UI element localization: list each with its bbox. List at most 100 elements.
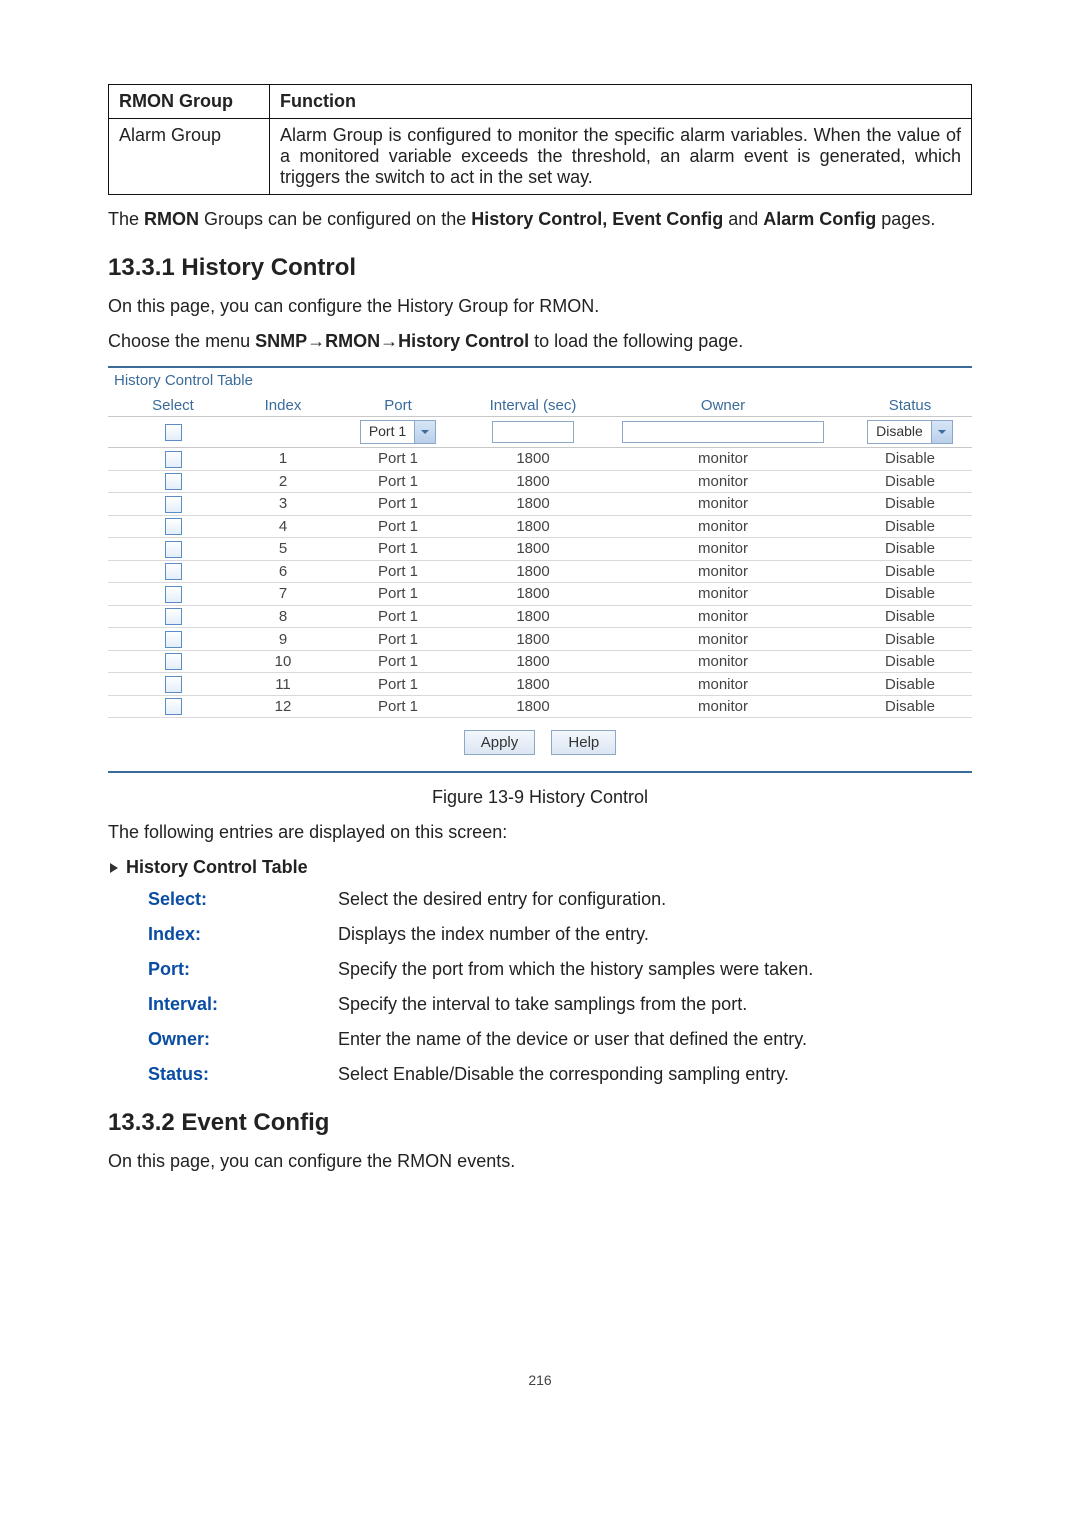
cell-interval: 1800 <box>468 450 598 467</box>
cell-status: Disable <box>848 540 972 557</box>
entries-heading: History Control Table <box>108 857 972 879</box>
cell-index: 1 <box>238 450 328 467</box>
field-label: Port: <box>148 959 338 980</box>
field-description: Displays the index number of the entry. <box>338 924 649 945</box>
owner-input[interactable] <box>622 421 824 443</box>
table-row: 9Port 11800monitorDisable <box>108 628 972 651</box>
paragraph-rmon-pages: The RMON Groups can be configured on the… <box>108 209 972 230</box>
table-row: 12Port 11800monitorDisable <box>108 696 972 719</box>
cell-port: Port 1 <box>328 563 468 580</box>
row-checkbox[interactable] <box>165 473 182 490</box>
field-definition: Status:Select Enable/Disable the corresp… <box>148 1064 972 1085</box>
table-filter-row: Port 1 Disable <box>108 417 972 448</box>
section-heading-history-control: 13.3.1 History Control <box>108 254 972 282</box>
table-row: 7Port 11800monitorDisable <box>108 583 972 606</box>
cell-port: Port 1 <box>328 518 468 535</box>
cell-port: Port 1 <box>328 540 468 557</box>
interval-input[interactable] <box>492 421 574 443</box>
cell-index: 5 <box>238 540 328 557</box>
history-control-panel: History Control Table Select Index Port … <box>108 366 972 773</box>
paragraph-entries-intro: The following entries are displayed on t… <box>108 822 972 843</box>
field-definition: Index:Displays the index number of the e… <box>148 924 972 945</box>
table-row: 5Port 11800monitorDisable <box>108 538 972 561</box>
cell-owner: monitor <box>598 698 848 715</box>
cell-index: 6 <box>238 563 328 580</box>
cell-status: Disable <box>848 608 972 625</box>
cell-owner: monitor <box>598 608 848 625</box>
port-select[interactable]: Port 1 <box>360 420 436 444</box>
cell-status: Disable <box>848 698 972 715</box>
cell-interval: 1800 <box>468 473 598 490</box>
cell-interval: 1800 <box>468 608 598 625</box>
info-header-group: RMON Group <box>109 85 270 119</box>
cell-owner: monitor <box>598 450 848 467</box>
row-checkbox[interactable] <box>165 518 182 535</box>
section-heading-event-config: 13.3.2 Event Config <box>108 1109 972 1137</box>
chevron-down-icon <box>931 421 952 443</box>
field-label: Interval: <box>148 994 338 1015</box>
row-checkbox[interactable] <box>165 631 182 648</box>
info-row-group: Alarm Group <box>109 119 270 195</box>
cell-owner: monitor <box>598 563 848 580</box>
field-description: Select the desired entry for configurati… <box>338 889 666 910</box>
cell-index: 4 <box>238 518 328 535</box>
col-header-status: Status <box>848 397 972 414</box>
info-header-function: Function <box>270 85 972 119</box>
cell-interval: 1800 <box>468 518 598 535</box>
cell-port: Port 1 <box>328 473 468 490</box>
cell-status: Disable <box>848 518 972 535</box>
help-button[interactable]: Help <box>551 730 616 755</box>
cell-index: 2 <box>238 473 328 490</box>
row-checkbox[interactable] <box>165 541 182 558</box>
col-header-interval: Interval (sec) <box>468 397 598 414</box>
cell-index: 11 <box>238 676 328 693</box>
cell-owner: monitor <box>598 518 848 535</box>
cell-status: Disable <box>848 563 972 580</box>
row-checkbox[interactable] <box>165 608 182 625</box>
row-checkbox[interactable] <box>165 586 182 603</box>
cell-status: Disable <box>848 676 972 693</box>
col-header-owner: Owner <box>598 397 848 414</box>
apply-button[interactable]: Apply <box>464 730 536 755</box>
field-description: Specify the interval to take samplings f… <box>338 994 747 1015</box>
cell-status: Disable <box>848 473 972 490</box>
cell-status: Disable <box>848 450 972 467</box>
table-header-row: Select Index Port Interval (sec) Owner S… <box>108 395 972 417</box>
field-label: Status: <box>148 1064 338 1085</box>
row-checkbox[interactable] <box>165 451 182 468</box>
select-all-checkbox[interactable] <box>165 424 182 441</box>
cell-status: Disable <box>848 631 972 648</box>
row-checkbox[interactable] <box>165 563 182 580</box>
cell-interval: 1800 <box>468 653 598 670</box>
table-row: 4Port 11800monitorDisable <box>108 516 972 539</box>
cell-status: Disable <box>848 653 972 670</box>
cell-interval: 1800 <box>468 495 598 512</box>
cell-index: 7 <box>238 585 328 602</box>
field-description: Specify the port from which the history … <box>338 959 813 980</box>
table-row: 8Port 11800monitorDisable <box>108 606 972 629</box>
field-description: Enter the name of the device or user tha… <box>338 1029 807 1050</box>
table-row: 10Port 11800monitorDisable <box>108 651 972 674</box>
row-checkbox[interactable] <box>165 698 182 715</box>
cell-owner: monitor <box>598 473 848 490</box>
row-checkbox[interactable] <box>165 653 182 670</box>
cell-port: Port 1 <box>328 450 468 467</box>
cell-owner: monitor <box>598 585 848 602</box>
cell-index: 10 <box>238 653 328 670</box>
cell-port: Port 1 <box>328 676 468 693</box>
row-checkbox[interactable] <box>165 676 182 693</box>
cell-interval: 1800 <box>468 585 598 602</box>
col-header-port: Port <box>328 397 468 414</box>
row-checkbox[interactable] <box>165 496 182 513</box>
cell-interval: 1800 <box>468 676 598 693</box>
table-row: 3Port 11800monitorDisable <box>108 493 972 516</box>
info-row-desc: Alarm Group is configured to monitor the… <box>270 119 972 195</box>
cell-index: 8 <box>238 608 328 625</box>
cell-interval: 1800 <box>468 631 598 648</box>
cell-port: Port 1 <box>328 698 468 715</box>
paragraph-history-intro: On this page, you can configure the Hist… <box>108 296 972 317</box>
cell-port: Port 1 <box>328 653 468 670</box>
field-label: Select: <box>148 889 338 910</box>
status-select[interactable]: Disable <box>867 420 953 444</box>
cell-interval: 1800 <box>468 563 598 580</box>
